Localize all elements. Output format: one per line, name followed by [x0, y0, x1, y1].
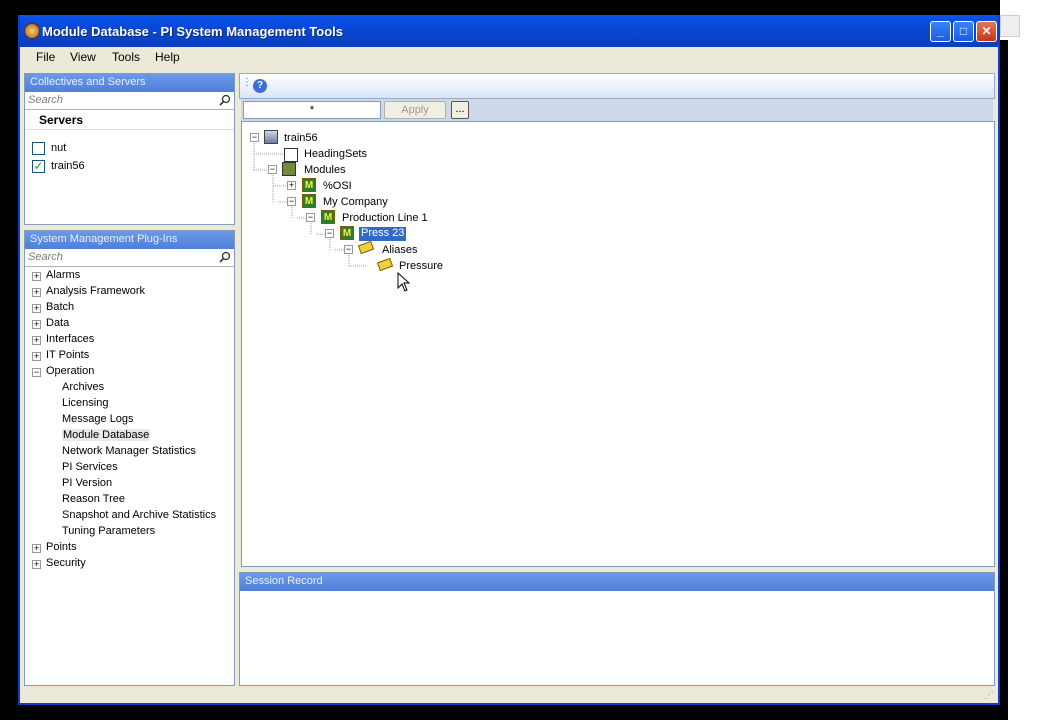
tree-expander[interactable]: −	[306, 213, 315, 222]
window-title: Module Database - PI System Management T…	[42, 24, 343, 39]
plugin-item[interactable]: Message Logs	[62, 413, 134, 425]
plugin-item[interactable]: Alarms	[46, 269, 80, 281]
menu-tools[interactable]: Tools	[112, 50, 140, 64]
tree-node-press[interactable]: Press 23	[359, 227, 407, 241]
plugin-expander[interactable]: +	[32, 304, 41, 313]
plugin-expander[interactable]: +	[32, 352, 41, 361]
menu-view[interactable]: View	[70, 50, 96, 64]
menu-bar: File View Tools Help	[20, 47, 998, 67]
headingsets-icon	[284, 148, 298, 162]
search-placeholder: Search	[28, 94, 63, 106]
tree-node-company[interactable]: My Company	[323, 196, 388, 208]
search-icon[interactable]	[219, 251, 231, 263]
module-toolbar: ⋮ ?	[239, 73, 995, 99]
plugin-item[interactable]: Batch	[46, 301, 74, 313]
plugins-header: System Management Plug-Ins	[25, 231, 234, 249]
plugin-item[interactable]: Data	[46, 317, 69, 329]
plugin-expander[interactable]: +	[32, 544, 41, 553]
tree-node-osi[interactable]: %OSI	[323, 180, 352, 192]
plugin-expander[interactable]: +	[32, 272, 41, 281]
plugin-item[interactable]: Network Manager Statistics	[62, 445, 196, 457]
plugin-item[interactable]: IT Points	[46, 349, 89, 361]
tree-expander[interactable]: −	[325, 229, 334, 238]
plugin-item[interactable]: Archives	[62, 381, 104, 393]
app-icon	[24, 23, 40, 39]
browse-button[interactable]: ...	[451, 101, 469, 119]
resize-grip-icon[interactable]: ⋰	[984, 690, 994, 701]
minimize-button[interactable]: _	[930, 21, 951, 42]
server-checkbox-nut[interactable]	[32, 142, 45, 155]
plugin-item[interactable]: Points	[46, 541, 77, 553]
plugin-item[interactable]: Operation	[46, 365, 94, 377]
modules-icon	[282, 162, 296, 176]
screen: Module Database - PI System Management T…	[0, 0, 1042, 720]
menu-file[interactable]: File	[36, 50, 55, 64]
app-window: Module Database - PI System Management T…	[18, 15, 1000, 705]
tree-node-server[interactable]: train56	[284, 132, 318, 144]
plugin-item[interactable]: Snapshot and Archive Statistics	[62, 509, 216, 521]
tree-node-headingsets[interactable]: HeadingSets	[304, 148, 367, 160]
toolbar-grip-icon[interactable]: ⋮	[242, 77, 252, 88]
plugin-expander[interactable]: +	[32, 288, 41, 297]
search-icon[interactable]	[219, 94, 231, 106]
collectives-panel: Collectives and Servers Search Servers n…	[24, 73, 235, 225]
server-icon	[264, 130, 278, 144]
plugin-expander[interactable]: −	[32, 368, 41, 377]
tree-node-pressure[interactable]: Pressure	[399, 260, 443, 272]
plugin-expander[interactable]: +	[32, 320, 41, 329]
background-window-edge	[1000, 15, 1020, 37]
plugin-item[interactable]: Module Database	[62, 429, 151, 441]
filter-bar: * Apply ...	[241, 99, 993, 121]
module-icon: M	[321, 210, 335, 224]
maximize-button[interactable]: □	[953, 21, 974, 42]
plugin-item[interactable]: Tuning Parameters	[62, 525, 155, 537]
plugin-item[interactable]: Interfaces	[46, 333, 94, 345]
server-name: train56	[51, 160, 85, 172]
filter-input[interactable]: *	[243, 101, 381, 119]
plugins-panel: System Management Plug-Ins Search + Alarm…	[24, 230, 235, 686]
module-tree: − train56 HeadingSets − Modules + M %OSI…	[241, 121, 995, 567]
close-button[interactable]: ✕	[976, 21, 997, 42]
tree-expander[interactable]: −	[250, 133, 259, 142]
desktop-background	[1000, 0, 1042, 720]
collectives-header: Collectives and Servers	[25, 74, 234, 92]
plugin-expander[interactable]: +	[32, 336, 41, 345]
help-icon[interactable]: ?	[253, 79, 267, 93]
session-record-header: Session Record	[240, 573, 994, 591]
plugin-item[interactable]: Analysis Framework	[46, 285, 145, 297]
tree-node-production-line[interactable]: Production Line 1	[342, 212, 428, 224]
module-icon: M	[302, 194, 316, 208]
apply-button[interactable]: Apply	[384, 101, 446, 119]
plugin-item[interactable]: Reason Tree	[62, 493, 125, 505]
tree-node-aliases[interactable]: Aliases	[382, 244, 417, 256]
server-name: nut	[51, 142, 67, 154]
mouse-cursor-icon	[397, 272, 411, 292]
session-record-panel: Session Record	[239, 572, 995, 686]
module-icon: M	[340, 226, 354, 240]
servers-column-header[interactable]: Servers	[25, 110, 234, 130]
plugin-item[interactable]: PI Version	[62, 477, 112, 489]
tree-expander[interactable]: −	[344, 245, 353, 254]
plugin-expander[interactable]: +	[32, 560, 41, 569]
title-bar[interactable]: Module Database - PI System Management T…	[20, 15, 998, 47]
server-checkbox-train56[interactable]: ✓	[32, 160, 45, 173]
module-icon: M	[302, 178, 316, 192]
plugin-item[interactable]: PI Services	[62, 461, 118, 473]
search-placeholder: Search	[28, 251, 63, 263]
tree-expander[interactable]: −	[287, 197, 296, 206]
desktop-strip	[1000, 40, 1008, 720]
servers-column-label: Servers	[39, 113, 84, 127]
plugin-item[interactable]: Security	[46, 557, 86, 569]
plugins-search-input[interactable]: Search	[25, 249, 234, 267]
tree-node-modules[interactable]: Modules	[304, 164, 346, 176]
tree-expander[interactable]: −	[268, 165, 277, 174]
menu-help[interactable]: Help	[155, 50, 180, 64]
status-bar: ⋰	[20, 688, 998, 703]
plugin-item[interactable]: Licensing	[62, 397, 108, 409]
tree-expander[interactable]: +	[287, 181, 296, 190]
collectives-search-input[interactable]: Search	[25, 92, 234, 110]
